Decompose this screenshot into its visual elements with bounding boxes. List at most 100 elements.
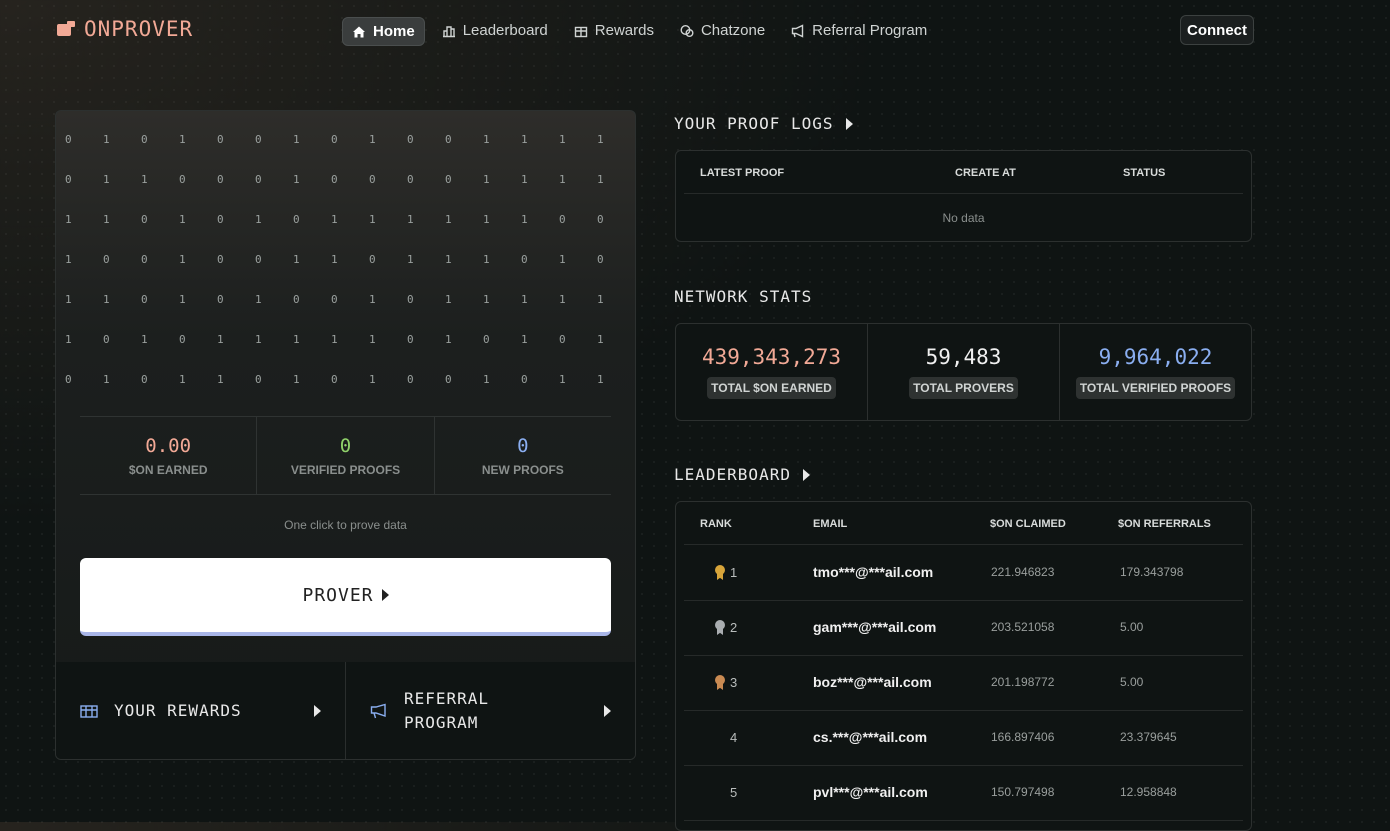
nav-referral[interactable]: Referral Program (782, 17, 936, 44)
rank-cell: 2 (714, 620, 737, 635)
connect-button[interactable]: Connect (1180, 15, 1254, 45)
rank-cell: 4 (714, 730, 737, 745)
nav-home[interactable]: Home (342, 17, 425, 46)
binary-digit: 0 (559, 332, 566, 346)
table-row[interactable]: 2 gam***@***ail.com 203.521058 5.00 (684, 600, 1243, 656)
binary-digit: 0 (179, 332, 186, 346)
binary-digit: 0 (331, 172, 338, 186)
binary-digit: 1 (483, 372, 490, 386)
referrals-cell: 5.00 (1120, 620, 1144, 634)
col-latest-proof: LATEST PROOF (700, 167, 785, 179)
binary-digit: 1 (483, 252, 490, 266)
stat-label: TOTAL $ON EARNED (707, 377, 836, 399)
binary-digit: 1 (293, 132, 300, 146)
binary-digit: 0 (217, 292, 224, 306)
nav-leaderboard-label: Leaderboard (462, 22, 548, 39)
referral-program-link[interactable]: REFERRAL PROGRAM (346, 662, 635, 759)
binary-digit: 1 (331, 212, 338, 226)
rewards-icon (574, 26, 587, 37)
binary-digit: 1 (293, 332, 300, 346)
binary-digit: 1 (65, 292, 72, 306)
email-cell: gam***@***ail.com (813, 619, 937, 635)
binary-digit: 1 (445, 252, 452, 266)
col-create-at: CREATE AT (955, 167, 1016, 179)
brand-logo[interactable]: ONPROVER (55, 17, 193, 41)
net-total-provers: 59,483 TOTAL PROVERS (868, 324, 1060, 420)
binary-digit: 1 (179, 292, 186, 306)
binary-digit: 1 (179, 252, 186, 266)
binary-digit: 1 (331, 252, 338, 266)
nav-home-label: Home (373, 23, 415, 40)
binary-digit: 1 (597, 332, 604, 346)
binary-digit: 1 (483, 172, 490, 186)
table-header: RANK EMAIL $ON CLAIMED $ON REFERRALS (684, 502, 1243, 545)
binary-digit: 1 (103, 132, 110, 146)
binary-digit: 0 (445, 372, 452, 386)
binary-digit: 0 (521, 252, 528, 266)
leaderboard-title[interactable]: LEADERBOARD (674, 465, 810, 484)
binary-row: 1 0 1 0 1 1 1 1 1 0 1 0 1 0 1 (56, 319, 635, 359)
binary-digit: 1 (65, 252, 72, 266)
binary-digit: 1 (293, 372, 300, 386)
nav-referral-label: Referral Program (812, 22, 928, 39)
table-row[interactable]: 3 boz***@***ail.com 201.198772 5.00 (684, 655, 1243, 711)
net-total-earned: 439,343,273 TOTAL $ON EARNED (676, 324, 868, 420)
binary-digit: 1 (483, 212, 490, 226)
rank-cell: 1 (714, 565, 737, 580)
network-stats-title-text: NETWORK STATS (674, 287, 813, 306)
binary-row: 0 1 0 1 1 0 1 0 1 0 0 1 0 1 1 (56, 359, 635, 399)
rank-value: 5 (730, 785, 738, 800)
binary-digit: 1 (559, 132, 566, 146)
claimed-cell: 166.897406 (991, 730, 1055, 744)
email-cell: cs.***@***ail.com (813, 729, 928, 745)
binary-digit: 1 (521, 172, 528, 186)
rank-value: 4 (730, 730, 738, 745)
binary-digit: 0 (217, 212, 224, 226)
your-rewards-link[interactable]: YOUR REWARDS (56, 662, 346, 759)
table-row[interactable]: 4 cs.***@***ail.com 166.897406 23.379645 (684, 710, 1243, 766)
binary-digit: 1 (103, 372, 110, 386)
proof-logs-title[interactable]: YOUR PROOF LOGS (674, 114, 853, 133)
nav-leaderboard[interactable]: Leaderboard (433, 17, 557, 44)
binary-digit: 0 (141, 372, 148, 386)
binary-row: 0 1 1 0 0 0 1 0 0 0 0 1 1 1 1 (56, 159, 635, 199)
arrow-right-icon (604, 704, 611, 717)
binary-digit: 0 (407, 172, 414, 186)
medal-icon (714, 565, 726, 580)
prover-button[interactable]: PROVER (80, 558, 611, 636)
home-icon (353, 26, 365, 37)
claimed-cell: 201.198772 (991, 675, 1055, 689)
referral-program-line2: PROGRAM (404, 712, 479, 732)
claimed-cell: 203.521058 (991, 620, 1055, 634)
binary-digit: 1 (445, 292, 452, 306)
table-row[interactable]: 1 tmo***@***ail.com 221.946823 179.343798 (684, 545, 1243, 601)
binary-digit: 0 (369, 172, 376, 186)
table-row[interactable]: 5 pvl***@***ail.com 150.797498 12.958848 (684, 765, 1243, 821)
rank-cell: 3 (714, 675, 737, 690)
binary-digit: 0 (141, 292, 148, 306)
binary-digit: 0 (255, 132, 262, 146)
gift-icon (80, 704, 98, 718)
col-status: STATUS (1123, 167, 1166, 179)
binary-digit: 1 (559, 172, 566, 186)
arrow-right-icon (314, 704, 321, 717)
binary-digit: 0 (141, 252, 148, 266)
binary-digit: 1 (559, 292, 566, 306)
empty-state: No data (942, 211, 985, 225)
net-total-verified: 9,964,022 TOTAL VERIFIED PROOFS (1060, 324, 1251, 420)
leaderboard-icon (442, 25, 455, 37)
binary-digit: 1 (217, 332, 224, 346)
binary-digit: 1 (65, 212, 72, 226)
stat-label: TOTAL VERIFIED PROOFS (1075, 377, 1236, 399)
brand-icon (55, 21, 75, 37)
binary-digit: 0 (217, 172, 224, 186)
binary-digit: 0 (559, 212, 566, 226)
main-nav: Home Leaderboard Rewards Chatzone Referr… (342, 17, 944, 46)
binary-digit: 1 (179, 132, 186, 146)
binary-digit: 0 (445, 172, 452, 186)
nav-chatzone[interactable]: Chatzone (671, 17, 774, 44)
col-rank: RANK (700, 518, 732, 530)
email-cell: pvl***@***ail.com (813, 784, 928, 800)
nav-rewards[interactable]: Rewards (565, 17, 663, 44)
binary-row: 0 1 0 1 0 0 1 0 1 0 0 1 1 1 1 (56, 119, 635, 159)
